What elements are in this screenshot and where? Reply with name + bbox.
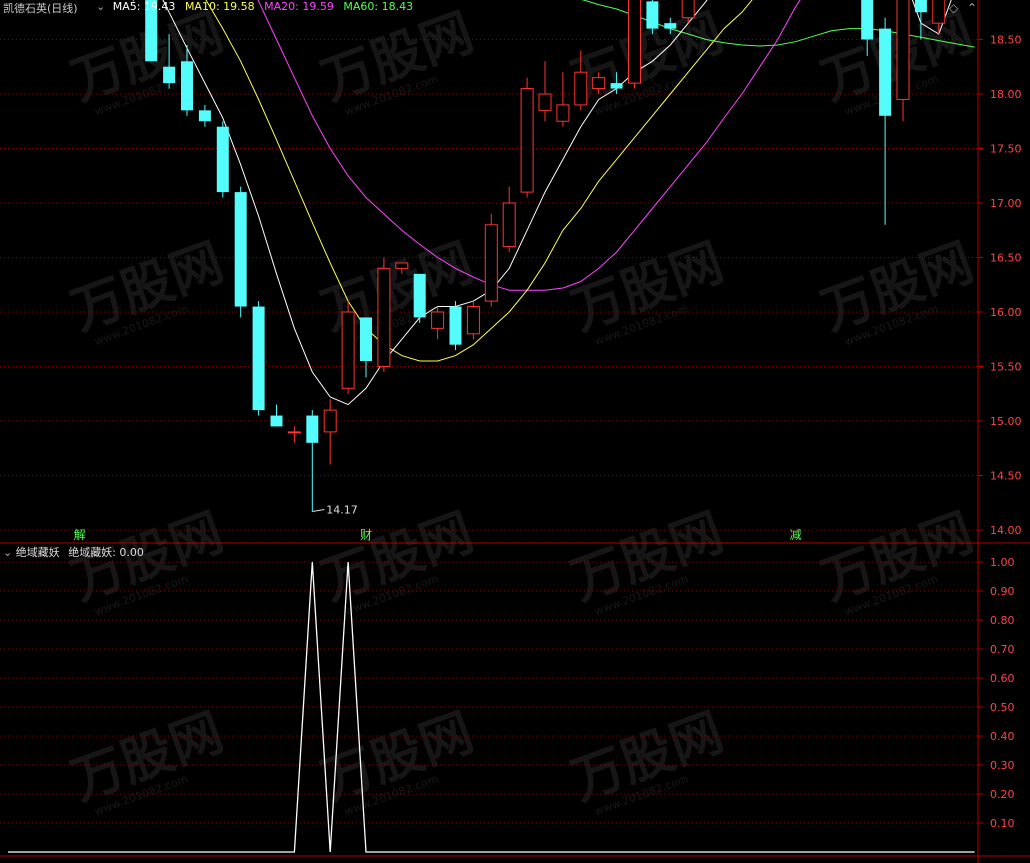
price-tick-label: 18.00 (990, 88, 1022, 101)
price-tick-label: 17.00 (990, 197, 1022, 210)
candle-body (431, 311, 445, 329)
signal-mark: 减 (790, 528, 802, 542)
ma-legend-collapse-icon[interactable]: ⌄ (96, 0, 105, 13)
indicator-tick-label: 0.60 (990, 672, 1015, 685)
candle-body (896, 0, 910, 100)
candle-body (413, 273, 426, 318)
price-tick-label: 15.50 (990, 361, 1022, 374)
candle-body (932, 0, 946, 24)
indicator-tick-label: 0.50 (990, 701, 1015, 714)
indicator-title: 绝域藏妖 (15, 546, 60, 559)
candle-body (287, 431, 301, 434)
candle-body (574, 71, 588, 106)
diamond-icon[interactable]: ◇ (949, 1, 958, 15)
indicator-tick-label: 0.90 (990, 585, 1015, 598)
candle-body (502, 202, 516, 248)
indicator-tick-label: 0.70 (990, 643, 1015, 656)
candle-body (861, 0, 874, 40)
indicator-tick-label: 0.80 (990, 614, 1015, 627)
signal-mark: 财 (360, 528, 372, 542)
ma60-label: MA60: 18.43 (343, 0, 414, 13)
candle-body (556, 104, 570, 122)
candle-body (306, 415, 319, 443)
candle-body (341, 311, 355, 389)
candle-body (270, 415, 283, 427)
stock-chart: 万股网www.201082.com万股网www.201082.com万股网www… (0, 0, 1030, 863)
price-tick-label: 17.50 (990, 143, 1022, 156)
price-tick-label: 15.00 (990, 415, 1022, 428)
candle-body (914, 0, 927, 13)
ma20-label: MA20: 19.59 (264, 0, 334, 13)
indicator-tick-label: 0.40 (990, 730, 1015, 743)
price-tick-label: 14.50 (990, 470, 1022, 483)
candle-body (664, 23, 677, 29)
indicator-tick-label: 0.30 (990, 759, 1015, 772)
candle-body (628, 0, 641, 84)
candle-body (216, 126, 229, 193)
low-label: 14.17 (326, 503, 358, 516)
price-tick-label: 16.00 (990, 306, 1022, 319)
candle-body (466, 306, 480, 335)
signal-mark: 解 (74, 528, 86, 542)
candle-body (592, 77, 606, 90)
ma5-label: MA5: 19.43 (112, 0, 176, 13)
candle-body (610, 83, 623, 89)
candle-body (181, 61, 193, 111)
candle-body (252, 306, 265, 411)
indicator-tick-label: 0.10 (990, 817, 1015, 830)
candle-body (234, 192, 247, 307)
indicator-tick-label: 1.00 (990, 556, 1015, 569)
candle-body (484, 224, 498, 302)
chevron-up-icon[interactable]: ⌃ (967, 1, 977, 15)
ma-legend: ⌄ MA5: 19.43 MA10: 19.58 MA20: 19.59 MA6… (96, 0, 413, 13)
low-pointer (312, 508, 325, 512)
candle-body (395, 262, 409, 269)
candle-body (163, 66, 176, 84)
indicator-header: ⌄ 绝域藏妖 绝域藏妖: 0.00 (3, 544, 144, 560)
candle-body (449, 306, 462, 345)
candle-body (198, 110, 211, 122)
candle-body (323, 409, 337, 433)
price-tick-label: 16.50 (990, 252, 1022, 265)
candle-body (879, 28, 892, 116)
candle-body (520, 88, 534, 193)
indicator-value: 绝域藏妖: 0.00 (68, 546, 144, 559)
stock-title: 凯德石英(日线) (3, 2, 78, 15)
candle-body (646, 1, 659, 29)
price-tick-label: 18.50 (990, 34, 1022, 47)
candle-body (538, 93, 552, 111)
candle-body (681, 0, 695, 19)
indicator-tick-label: 0.20 (990, 788, 1015, 801)
indicator-collapse-icon[interactable]: ⌄ (3, 546, 12, 559)
candle-body (360, 317, 372, 362)
ma10-label: MA10: 19.58 (184, 0, 255, 13)
candle-body (377, 267, 391, 367)
price-tick-label: 14.00 (990, 524, 1022, 537)
